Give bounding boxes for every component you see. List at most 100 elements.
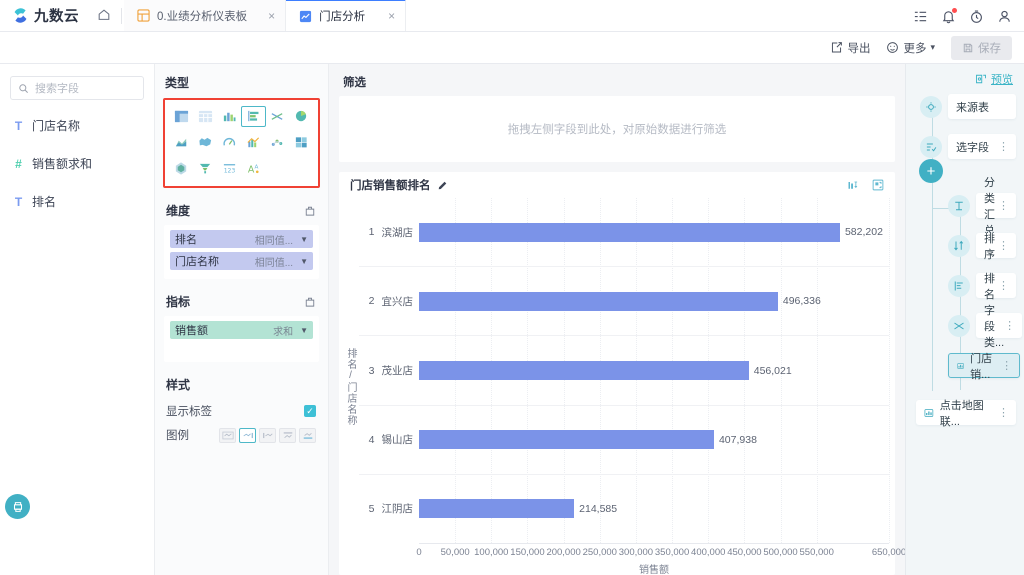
indicator-card-icon[interactable]: 123 bbox=[217, 158, 241, 179]
metric-clear-icon[interactable] bbox=[304, 296, 316, 308]
bar-row[interactable]: 4 锡山店 407,938 bbox=[359, 406, 889, 475]
node-menu-icon[interactable]: ⋮ bbox=[998, 200, 1010, 211]
chart-type-grid: 123 AA bbox=[169, 106, 314, 179]
node-menu-icon[interactable]: ⋮ bbox=[1004, 320, 1016, 331]
save-button[interactable]: 保存 bbox=[951, 35, 1012, 60]
column-chart-icon[interactable] bbox=[217, 106, 241, 127]
more-label: 更多 bbox=[903, 42, 927, 55]
style-title: 样式 bbox=[166, 378, 191, 392]
node-menu-icon[interactable]: ⋮ bbox=[998, 141, 1010, 152]
home-button[interactable] bbox=[89, 0, 119, 31]
field-item-sales-sum[interactable]: # 销售额求和 bbox=[0, 151, 154, 176]
legend-left-icon[interactable] bbox=[259, 427, 276, 443]
pipeline-node-card[interactable]: 分类汇总 ⋮ bbox=[976, 177, 1016, 237]
area-chart-icon[interactable] bbox=[169, 132, 193, 153]
dimension-pill-rank[interactable]: 排名 相同值... ▼ bbox=[170, 230, 313, 248]
bar-row[interactable]: 2 宜兴店 496,336 bbox=[359, 267, 889, 337]
dimension-shelf[interactable]: 排名 相同值... ▼ 门店名称 相同值... ▼ bbox=[164, 225, 319, 279]
search-field-box[interactable]: 搜索字段 bbox=[10, 76, 144, 100]
legend-none-icon[interactable] bbox=[219, 427, 236, 443]
bar-category-label: 4 锡山店 bbox=[359, 432, 419, 447]
export-button[interactable]: 导出 bbox=[830, 40, 870, 56]
bar[interactable] bbox=[419, 222, 840, 242]
brand-logo[interactable]: 九数云 bbox=[0, 0, 89, 31]
expand-icon[interactable] bbox=[872, 179, 884, 191]
bar[interactable] bbox=[419, 291, 778, 311]
dimension-clear-icon[interactable] bbox=[304, 205, 316, 217]
treemap-chart-icon[interactable] bbox=[290, 132, 314, 153]
tab-close-icon[interactable]: × bbox=[374, 9, 395, 23]
node-menu-icon[interactable]: ⋮ bbox=[998, 407, 1010, 418]
pipeline-node-sort[interactable]: 排序 ⋮ bbox=[948, 233, 1016, 261]
sort-icon[interactable] bbox=[847, 179, 859, 191]
bar-wrapper: 496,336 bbox=[419, 267, 889, 335]
funnel-chart-icon[interactable] bbox=[193, 158, 217, 179]
add-node-button[interactable]: + bbox=[919, 159, 943, 183]
field-pane: 搜索字段 T 门店名称 # 销售额求和 T 排名 bbox=[0, 64, 155, 575]
legend-top-icon[interactable] bbox=[279, 427, 296, 443]
chevron-down-icon[interactable]: ▼ bbox=[300, 235, 308, 244]
print-icon[interactable] bbox=[5, 494, 30, 519]
bar[interactable] bbox=[419, 430, 714, 450]
scatter-chart-icon[interactable] bbox=[266, 132, 290, 153]
bar-row[interactable]: 1 滨湖店 582,202 bbox=[359, 198, 889, 268]
map-chart-icon[interactable] bbox=[193, 132, 217, 153]
bar-chart-icon[interactable] bbox=[241, 106, 266, 127]
pipeline-node-card[interactable]: 选字段 ⋮ bbox=[948, 134, 1016, 159]
metric-pill-sales[interactable]: 销售额 求和 ▼ bbox=[170, 321, 313, 339]
pipeline-node-card[interactable]: 排名 ⋮ bbox=[976, 273, 1016, 301]
dimension-pill-store-name[interactable]: 门店名称 相同值... ▼ bbox=[170, 252, 313, 270]
edit-pencil-icon[interactable] bbox=[437, 180, 448, 191]
more-button[interactable]: 更多 ▾ bbox=[886, 40, 935, 56]
pivot-table-icon[interactable] bbox=[169, 106, 193, 127]
pipeline-node-store-chart[interactable]: 门店销... ⋮ bbox=[948, 353, 1021, 381]
field-type-text-icon: T bbox=[14, 118, 23, 133]
legend-right-icon[interactable] bbox=[239, 427, 256, 443]
pipeline-node-rank[interactable]: 排名 ⋮ bbox=[948, 273, 1016, 301]
tab-dashboard[interactable]: 0.业绩分析仪表板 × bbox=[124, 0, 287, 31]
tab-close-icon[interactable]: × bbox=[254, 9, 275, 23]
list-icon[interactable] bbox=[913, 9, 928, 24]
chart-title: 门店销售额排名 bbox=[350, 180, 431, 192]
wordcloud-icon[interactable]: AA bbox=[241, 158, 265, 179]
pipeline-node-card[interactable]: 门店销... ⋮ bbox=[948, 353, 1021, 381]
node-menu-icon[interactable]: ⋮ bbox=[1001, 360, 1013, 371]
line-chart-icon[interactable] bbox=[266, 106, 290, 127]
combo-chart-icon[interactable] bbox=[241, 132, 265, 153]
bar-row[interactable]: 5 江阴店 214,585 bbox=[359, 475, 889, 543]
pipeline-node-card[interactable]: 来源表 bbox=[948, 94, 1016, 119]
filter-dropzone[interactable]: 拖拽左侧字段到此处，对原始数据进行筛选 bbox=[339, 96, 895, 162]
pipeline-node-field-type[interactable]: 字段类... ⋮ bbox=[948, 305, 1023, 349]
pipeline-node-map-link[interactable]: 点击地图联... ⋮ bbox=[916, 400, 1016, 428]
pipeline-node-card[interactable]: 点击地图联... ⋮ bbox=[916, 400, 1016, 428]
gauge-chart-icon[interactable] bbox=[217, 132, 241, 153]
chevron-down-icon[interactable]: ▼ bbox=[300, 326, 308, 335]
sort-node-icon bbox=[948, 234, 970, 257]
pipeline-node-source-table[interactable]: 来源表 bbox=[920, 94, 1016, 119]
preview-button[interactable]: 预览 bbox=[906, 70, 1024, 88]
bar[interactable] bbox=[419, 499, 575, 519]
bar[interactable] bbox=[419, 361, 749, 380]
pipeline-node-card[interactable]: 排序 ⋮ bbox=[976, 233, 1016, 261]
metric-shelf[interactable]: 销售额 求和 ▼ bbox=[164, 316, 319, 362]
show-label-checkbox[interactable]: ✓ bbox=[304, 405, 316, 417]
node-menu-icon[interactable]: ⋮ bbox=[998, 240, 1010, 251]
search-input[interactable]: 搜索字段 bbox=[35, 80, 79, 96]
field-item-rank[interactable]: T 排名 bbox=[0, 189, 154, 214]
table-icon[interactable] bbox=[193, 106, 217, 127]
bar-row[interactable]: 3 茂业店 456,021 bbox=[359, 336, 889, 406]
pipeline-node-select-field[interactable]: 选字段 ⋮ bbox=[920, 134, 1016, 159]
user-icon[interactable] bbox=[997, 9, 1012, 24]
node-menu-icon[interactable]: ⋮ bbox=[998, 280, 1010, 291]
node-label: 门店销... bbox=[970, 352, 993, 381]
chevron-down-icon[interactable]: ▼ bbox=[300, 257, 308, 266]
tab-store-analysis[interactable]: 门店分析 × bbox=[286, 0, 407, 31]
pie-chart-icon[interactable] bbox=[290, 106, 314, 127]
pipeline-node-card[interactable]: 字段类... ⋮ bbox=[976, 305, 1023, 349]
bell-icon[interactable] bbox=[941, 8, 957, 24]
pipeline-node-group-summary[interactable]: 分类汇总 ⋮ bbox=[948, 177, 1016, 237]
field-item-store-name[interactable]: T 门店名称 bbox=[0, 113, 154, 138]
timer-icon[interactable] bbox=[969, 9, 984, 24]
radar-chart-icon[interactable] bbox=[169, 158, 193, 179]
legend-bottom-icon[interactable] bbox=[299, 427, 316, 443]
